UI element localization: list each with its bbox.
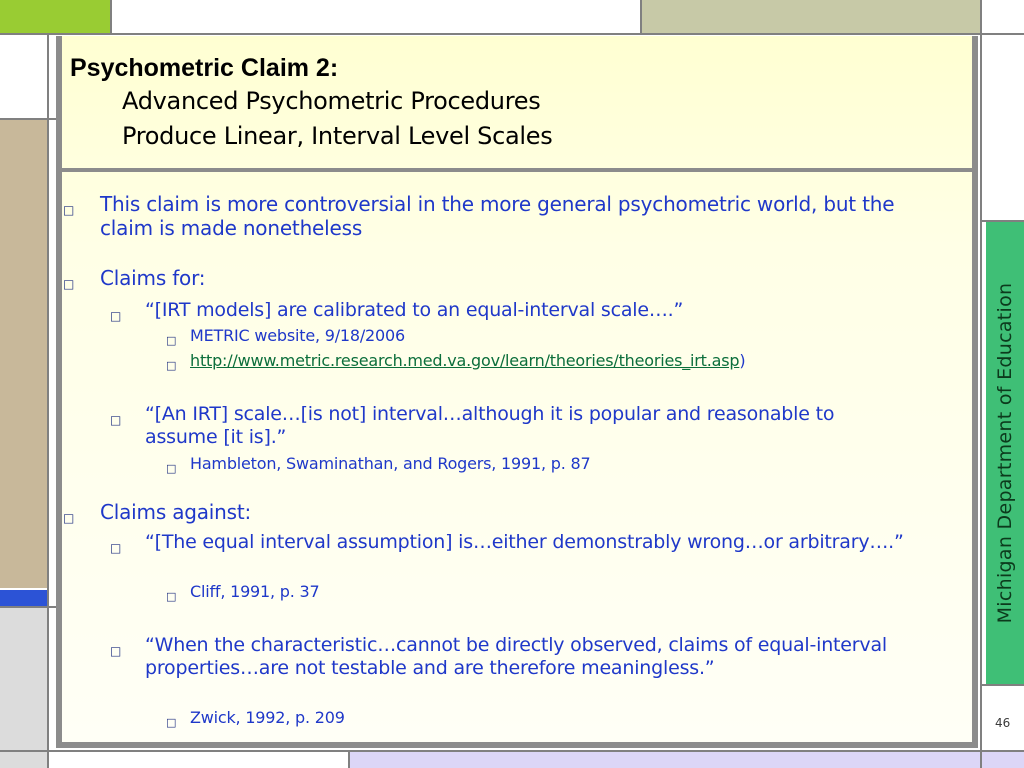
list-item: □ Zwick, 1992, p. 209 — [166, 707, 950, 729]
bullet-text: Zwick, 1992, p. 209 — [190, 708, 345, 727]
frame-line — [47, 33, 49, 768]
left-blue-band — [0, 590, 47, 606]
bullet-text: Hambleton, Swaminathan, and Rogers, 1991… — [190, 454, 591, 473]
list-item: □ “[An IRT] scale…[is not] interval…alth… — [110, 403, 845, 449]
bullet-text: “When the characteristic…cannot be direc… — [145, 634, 887, 679]
title-divider — [58, 168, 972, 172]
title-line: Produce Linear, Interval Level Scales — [122, 122, 553, 150]
list-item: □ “When the characteristic…cannot be dir… — [110, 634, 935, 680]
list-item: □ “[IRT models] are calibrated to an equ… — [110, 299, 935, 323]
title-heading: Psychometric Claim 2: — [70, 54, 339, 82]
frame-line — [110, 0, 112, 35]
frame-line — [640, 0, 642, 35]
list-item: □ http://www.metric.research.med.va.gov/… — [166, 350, 970, 372]
bullet-text: Cliff, 1991, p. 37 — [190, 582, 320, 601]
bullet-text: This claim is more controversial in the … — [100, 192, 895, 240]
title-line: Advanced Psychometric Procedures — [122, 87, 541, 115]
frame-line — [0, 750, 1024, 752]
bullet-icon: □ — [63, 511, 75, 525]
top-green-block — [0, 0, 110, 33]
bullet-text: ) — [739, 351, 746, 370]
list-item: □ METRIC website, 9/18/2006 — [166, 325, 950, 347]
bullet-text: Claims for: — [100, 266, 206, 290]
list-item: □ This claim is more controversial in th… — [63, 192, 940, 240]
frame-line — [980, 0, 982, 768]
left-gray-block — [0, 608, 47, 768]
reference-link[interactable]: http://www.metric.research.med.va.gov/le… — [190, 351, 740, 370]
bottom-lavender-band — [350, 752, 1024, 768]
bullet-icon: □ — [110, 541, 122, 555]
bullet-text: Claims against: — [100, 500, 252, 524]
list-item: □ Cliff, 1991, p. 37 — [166, 581, 950, 603]
frame-line — [0, 33, 1024, 35]
bullet-icon: □ — [110, 644, 122, 658]
bullet-icon: □ — [110, 413, 122, 427]
top-olive-block — [640, 0, 980, 33]
bullet-icon: □ — [166, 590, 177, 603]
list-item: □ Claims for: — [63, 266, 940, 291]
page-number: 46 — [995, 716, 1011, 730]
bullet-icon: □ — [63, 203, 75, 217]
bullet-icon: □ — [166, 462, 177, 475]
bullet-text: “[An IRT] scale…[is not] interval…althou… — [145, 403, 835, 448]
list-item: □ Hambleton, Swaminathan, and Rogers, 19… — [166, 453, 950, 475]
bullet-text: METRIC website, 9/18/2006 — [190, 326, 405, 345]
bullet-icon: □ — [166, 716, 177, 729]
bullet-icon: □ — [63, 277, 75, 291]
frame-line — [980, 684, 1024, 686]
bullet-text: “[IRT models] are calibrated to an equal… — [145, 299, 684, 321]
left-tan-block — [0, 120, 47, 588]
bullet-icon: □ — [166, 334, 177, 347]
sidebar-label: Michigan Department of Education — [994, 282, 1016, 624]
bullet-icon: □ — [166, 359, 177, 372]
bullet-text: “[The equal interval assumption] is…eith… — [145, 531, 904, 553]
bullet-icon: □ — [110, 309, 122, 323]
list-item: □ “[The equal interval assumption] is…ei… — [110, 531, 945, 555]
slide-title: Psychometric Claim 2: Advanced Psychomet… — [70, 52, 950, 154]
list-item: □ Claims against: — [63, 500, 940, 525]
frame-line — [348, 750, 350, 768]
